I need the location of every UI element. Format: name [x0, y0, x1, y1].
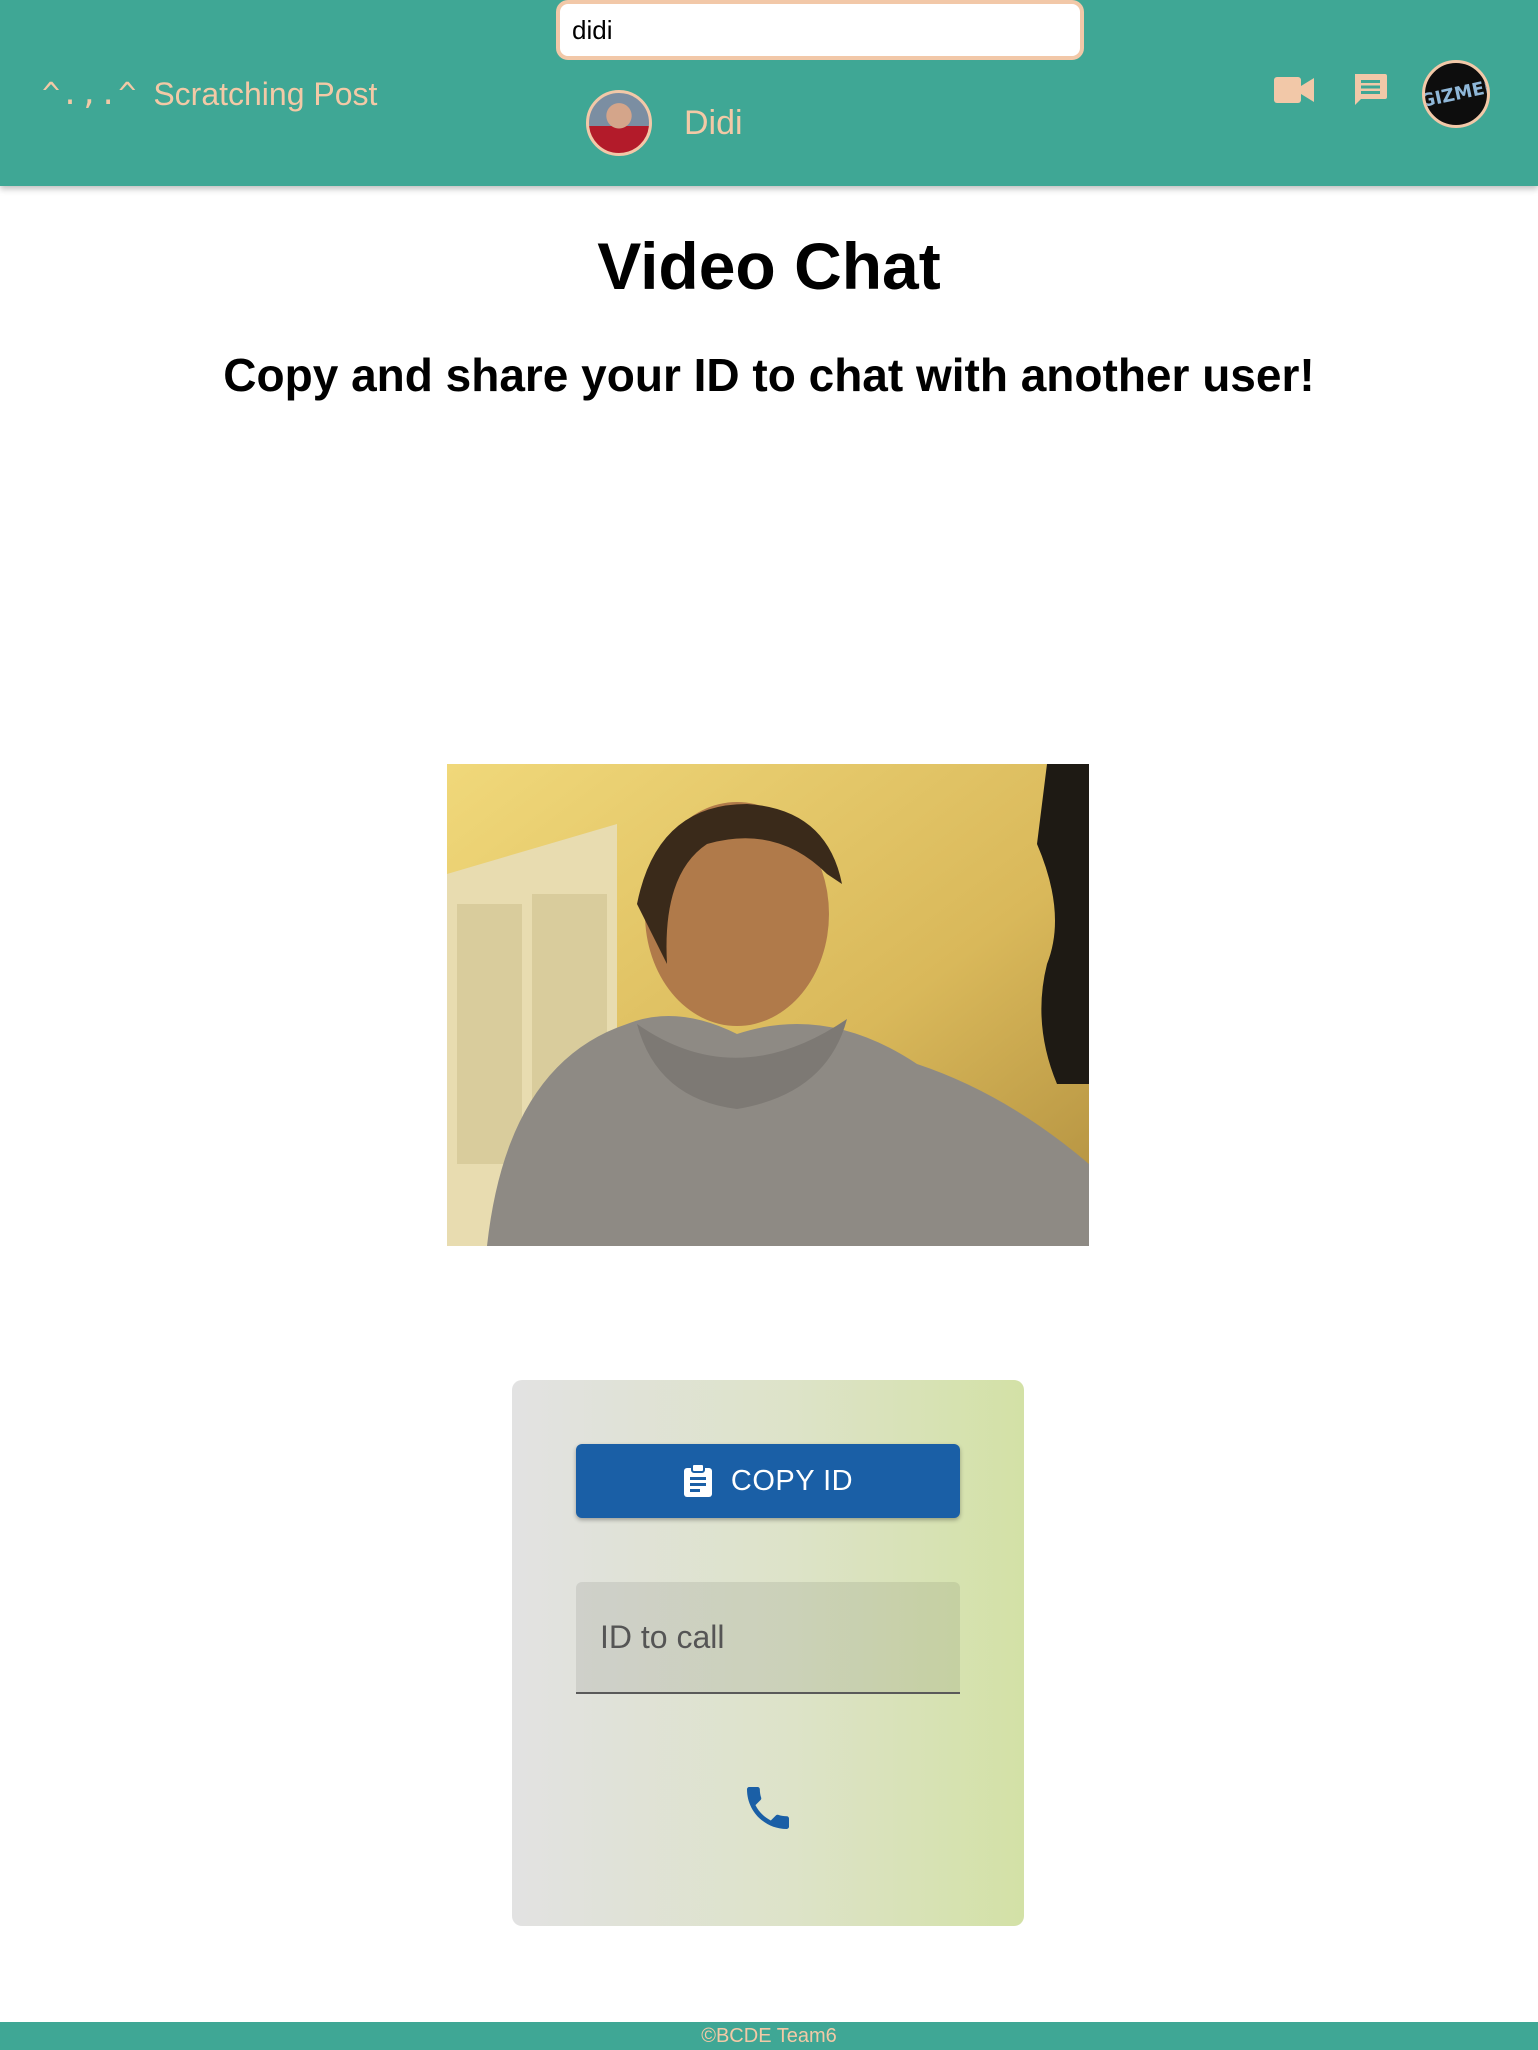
page-footer: ©BCDE Team6: [0, 2022, 1538, 2050]
id-to-call-field: [576, 1582, 960, 1694]
video-camera-icon[interactable]: [1274, 76, 1314, 104]
copy-id-button[interactable]: COPY ID: [576, 1444, 960, 1518]
call-button[interactable]: [736, 1776, 800, 1840]
local-video-stream: [447, 764, 1089, 1246]
user-search-input[interactable]: [556, 0, 1084, 60]
call-controls-panel: COPY ID: [512, 1380, 1024, 1926]
profile-avatar[interactable]: GIZMEI: [1422, 60, 1490, 128]
search-result-item[interactable]: Didi: [586, 90, 743, 156]
clipboard-icon: [683, 1464, 712, 1497]
page-subtitle: Copy and share your ID to chat with anot…: [223, 349, 1315, 401]
phone-icon: [747, 1787, 789, 1829]
brand-name: Scratching Post: [153, 75, 378, 112]
copy-id-label: COPY ID: [730, 1464, 854, 1497]
chat-icon[interactable]: [1352, 72, 1388, 108]
footer-copyright: ©BCDE Team6: [701, 2025, 837, 2047]
page-title: Video Chat: [597, 229, 941, 303]
top-navigation-bar: ^.,.^ Scratching Post Didi GIZMEI: [0, 0, 1538, 186]
id-to-call-input[interactable]: [576, 1582, 960, 1692]
brand-home-link[interactable]: ^.,.^ Scratching Post: [42, 70, 377, 118]
search-result-avatar: [586, 90, 652, 156]
search-result-name: Didi: [684, 103, 743, 142]
profile-avatar-badge: GIZMEI: [1422, 76, 1490, 112]
cat-face-logo: ^.,.^: [42, 76, 138, 112]
